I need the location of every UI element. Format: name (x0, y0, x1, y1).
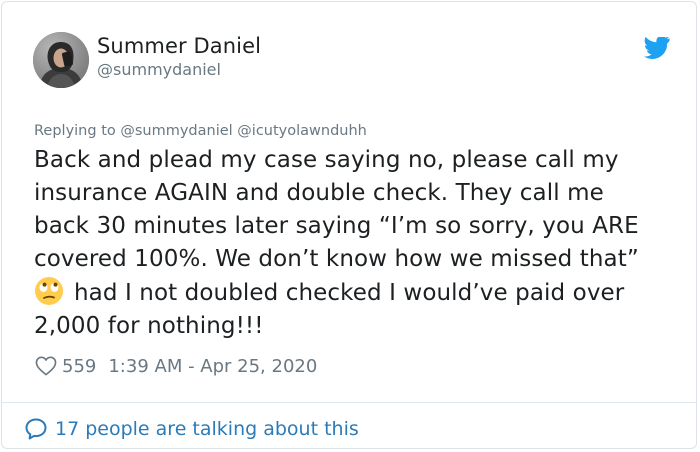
tweet-text-line: had I not doubled checked I would’ve pai… (74, 280, 625, 306)
conversation-link[interactable]: 17 people are talking about this (24, 415, 359, 443)
tweet-text-line: back 30 minutes later saying “I’m so sor… (34, 213, 639, 239)
display-name[interactable]: Summer Daniel (97, 34, 261, 58)
tweet-text-line-with-emoji: had I not doubled checked I would’ve pai… (34, 276, 674, 310)
timestamp[interactable]: 1:39 AM - Apr 25, 2020 (108, 356, 317, 377)
tweet-meta: 559 1:39 AM - Apr 25, 2020 (35, 354, 317, 378)
heart-icon[interactable] (35, 356, 57, 376)
tweet-text-line: covered 100%. We don’t know how we misse… (34, 246, 639, 272)
tweet-text-line: 2,000 for nothing!!! (34, 313, 264, 339)
tweet-text-line: insurance AGAIN and double check. They c… (34, 180, 604, 206)
tweet-text-line: Back and plead my case saying no, please… (34, 147, 619, 173)
tweet-text: Back and plead my case saying no, please… (34, 144, 674, 343)
speech-bubble-icon (25, 418, 47, 440)
rolling-eyes-emoji-icon (35, 277, 63, 305)
handle[interactable]: @summydaniel (97, 60, 221, 79)
avatar[interactable] (33, 32, 89, 88)
like-count[interactable]: 559 (62, 356, 96, 377)
twitter-bird-icon[interactable] (644, 37, 670, 59)
conversation-link-text[interactable]: 17 people are talking about this (55, 418, 359, 440)
divider (2, 402, 696, 403)
replying-to: Replying to @summydaniel @icutyolawnduhh (34, 123, 367, 139)
tweet-card: Summer Daniel @summydaniel Replying to @… (1, 1, 697, 449)
